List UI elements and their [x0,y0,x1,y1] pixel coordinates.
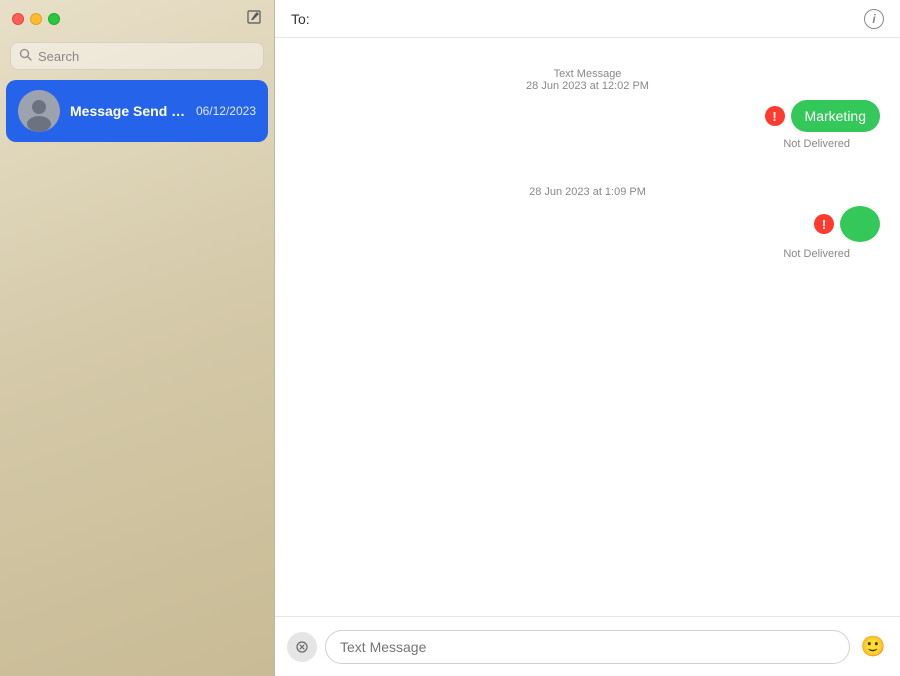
conversation-date: 06/12/2023 [196,104,256,118]
search-label: Search [38,49,79,64]
messages-area: Text Message 28 Jun 2023 at 12:02 PM ! M… [275,38,900,616]
search-bar[interactable]: Search [10,42,264,70]
maximize-button[interactable] [48,13,60,25]
conversation-item[interactable]: Message Send Failure 06/12/2023 [6,80,268,142]
close-button[interactable] [12,13,24,25]
message-block-1: ! Marketing Not Delivered [295,100,880,150]
message-block-2: ! Not Delivered [295,206,880,260]
error-icon-1[interactable]: ! [765,106,785,126]
input-area: 🙂 [275,616,900,676]
message-row-2: ! [814,206,880,242]
search-icon [19,48,32,64]
error-icon-2[interactable]: ! [814,214,834,234]
sidebar: Search Message Send Failure 06/12/2023 [0,0,275,676]
compose-icon[interactable] [246,9,262,30]
message-row-1: ! Marketing [765,100,880,132]
info-icon[interactable]: i [864,9,884,29]
traffic-lights [12,13,60,25]
minimize-button[interactable] [30,13,42,25]
to-label: To: [291,11,310,27]
message-bubble-1: Marketing [791,100,880,132]
message-input[interactable] [325,630,850,664]
not-delivered-label-2: Not Delivered [783,248,850,260]
conversation-list: Message Send Failure 06/12/2023 [0,78,274,676]
timestamp-label-2: 28 Jun 2023 at 1:09 PM [295,186,880,198]
main-titlebar: To: i [275,0,900,38]
avatar [18,90,60,132]
emoji-icon[interactable]: 🙂 [858,632,888,662]
timestamp-label-1: Text Message 28 Jun 2023 at 12:02 PM [295,68,880,92]
apps-icon[interactable] [287,632,317,662]
message-dot-bubble [840,206,880,242]
not-delivered-label-1: Not Delivered [783,138,850,150]
sidebar-titlebar [0,0,274,38]
conversation-name: Message Send Failure [70,103,186,119]
main-content: To: i Text Message 28 Jun 2023 at 12:02 … [275,0,900,676]
conversation-info: Message Send Failure [70,103,186,119]
